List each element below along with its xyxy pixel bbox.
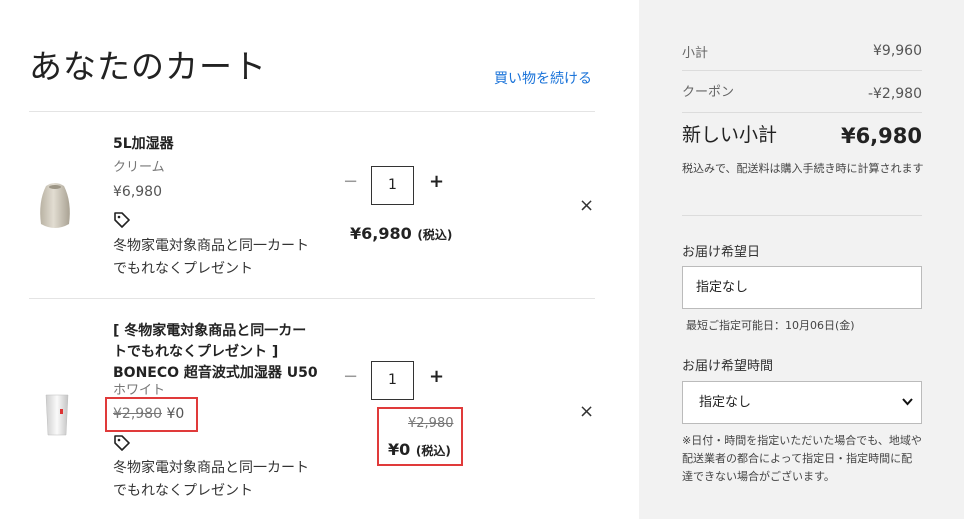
- divider: [682, 112, 922, 113]
- subtotal-label: 小計: [682, 46, 709, 61]
- delivery-time-value: 指定なし: [699, 395, 752, 410]
- item-price: ¥6,980: [113, 184, 162, 200]
- product-image-boneco[interactable]: [43, 393, 71, 437]
- tag-icon: [114, 212, 130, 228]
- promo-text: 冬物家電対象商品と同一カートでもれなくプレゼント: [113, 460, 309, 499]
- cart-panel: あなたのカート 買い物を続ける 5L加湿器 クリーム ¥6,980 冬物家電対象…: [0, 0, 639, 519]
- quantity-input[interactable]: 1: [371, 361, 414, 400]
- line-original-price: ¥2,980: [408, 416, 454, 431]
- tax-label: (税込): [417, 228, 453, 242]
- delivery-date-field[interactable]: 指定なし: [682, 266, 922, 309]
- remove-item-button[interactable]: ×: [579, 401, 594, 422]
- continue-shopping-link[interactable]: 買い物を続ける: [494, 68, 592, 88]
- quantity-input[interactable]: 1: [371, 166, 414, 205]
- quantity-decrease-button[interactable]: −: [343, 171, 358, 192]
- highlight-box: [105, 397, 198, 432]
- line-total: ¥6,980 (税込): [350, 224, 452, 243]
- delivery-note: ※日付・時間を指定いただいた場合でも、地域や配送業者の都合によって指定日・指定時…: [682, 434, 922, 483]
- line-total-value: ¥0: [388, 440, 411, 459]
- remove-item-button[interactable]: ×: [579, 195, 594, 216]
- coupon-label: クーポン: [682, 85, 735, 100]
- item-name[interactable]: [ 冬物家電対象商品と同一カー トでもれなくプレゼント ] BONECO 超音波…: [113, 321, 318, 384]
- page-title: あなたのカート: [29, 47, 267, 86]
- chevron-down-icon: [902, 398, 913, 406]
- delivery-time-select[interactable]: 指定なし: [682, 381, 922, 424]
- quantity-increase-button[interactable]: +: [429, 171, 444, 192]
- item-variant: クリーム: [113, 160, 165, 175]
- quantity-decrease-button[interactable]: −: [343, 366, 358, 387]
- item-name-line: トでもれなくプレゼント ]: [113, 344, 279, 360]
- tax-note: 税込みで、配送料は購入手続き時に計算されます: [682, 162, 924, 175]
- divider: [682, 70, 922, 71]
- subtotal-value: ¥9,960: [873, 43, 922, 59]
- tag-icon: [114, 435, 130, 451]
- promo-text: 冬物家電対象商品と同一カートでもれなくプレゼント: [113, 238, 309, 277]
- line-total-value: ¥6,980: [350, 224, 412, 243]
- delivery-date-label: お届け希望日: [682, 245, 761, 260]
- tax-label: (税込): [415, 444, 451, 458]
- quantity-increase-button[interactable]: +: [429, 366, 444, 387]
- divider: [682, 215, 922, 216]
- item-name-line: [ 冬物家電対象商品と同一カー: [113, 323, 307, 339]
- divider: [29, 298, 595, 299]
- delivery-date-helper: 最短ご指定可能日：10月06日(金): [686, 319, 855, 332]
- new-subtotal-value: ¥6,980: [840, 124, 922, 148]
- coupon-value: -¥2,980: [867, 86, 922, 102]
- line-total: ¥0 (税込): [388, 440, 451, 459]
- delivery-time-label: お届け希望時間: [682, 359, 774, 374]
- product-image-humidifier[interactable]: [37, 180, 73, 232]
- new-subtotal-label: 新しい小計: [682, 124, 778, 146]
- item-variant: ホワイト: [113, 383, 166, 398]
- divider: [29, 111, 595, 112]
- item-name[interactable]: 5L加湿器: [113, 134, 174, 155]
